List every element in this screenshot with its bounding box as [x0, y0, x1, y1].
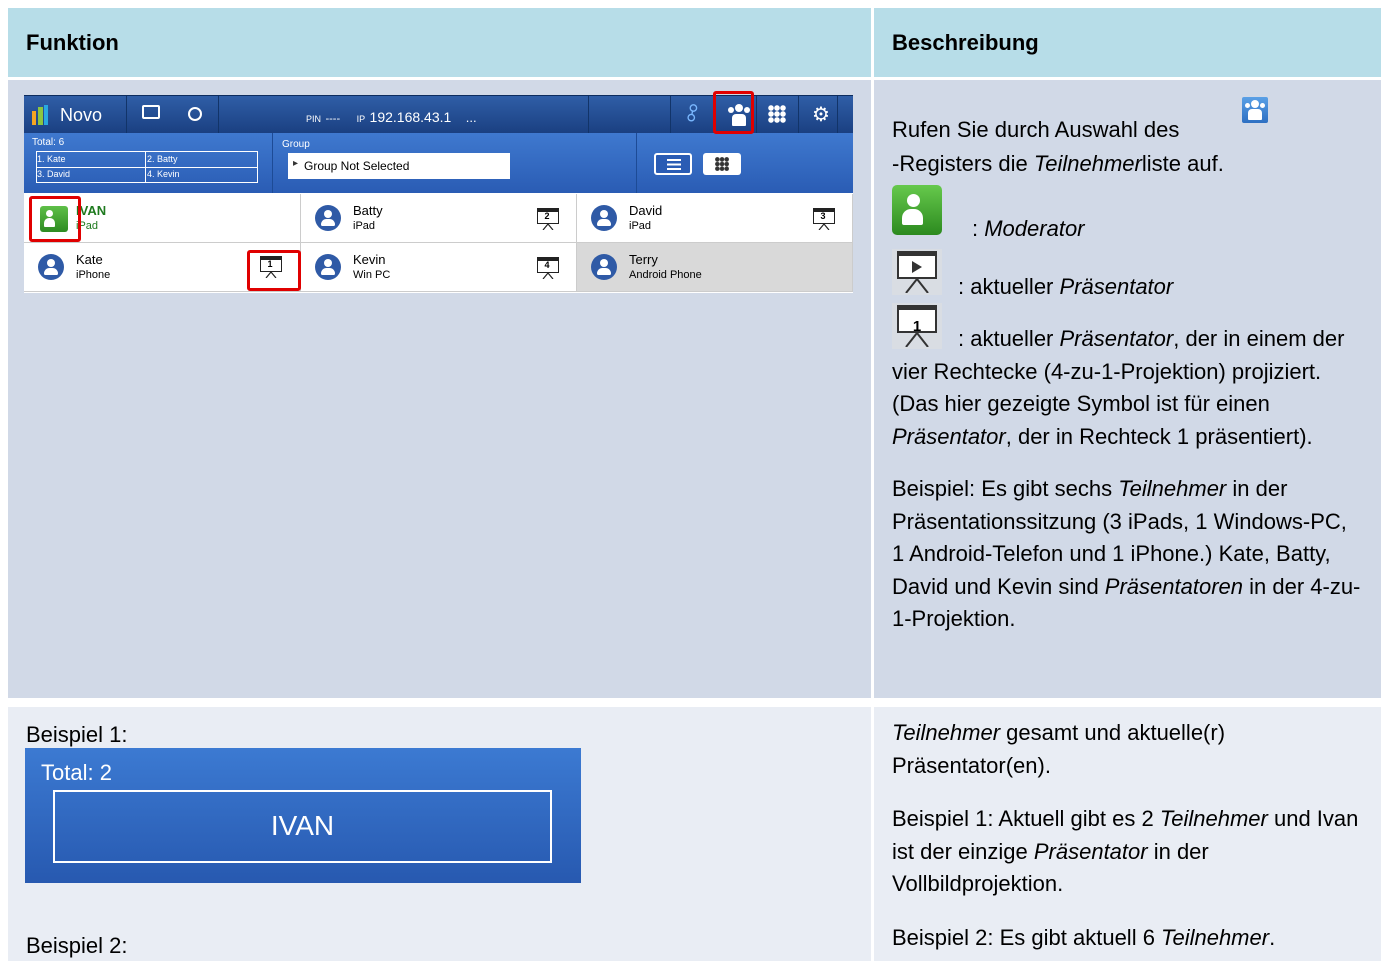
total-example-name: IVAN	[270, 810, 335, 841]
presenter-prefix: : aktueller	[958, 274, 1060, 299]
beispiel2-label: Beispiel 2:	[26, 933, 128, 958]
participant-batty[interactable]: Batty iPad 2	[301, 194, 577, 243]
row2-d3-a: Beispiel 2: Es gibt aktuell 6	[892, 924, 1162, 950]
pin-value: ----	[325, 113, 341, 125]
participant-device: iPhone	[76, 269, 111, 281]
list-icon	[667, 159, 681, 170]
presenter4-end: , der in Rechteck 1 präsentiert).	[1005, 423, 1313, 449]
header-beschreibung: Beschreibung	[892, 30, 1039, 55]
projector-slot-3-icon[interactable]: 3	[813, 208, 835, 230]
example-a: Beispiel: Es gibt sechs	[892, 476, 1119, 501]
group-select[interactable]: Group Not Selected	[288, 153, 510, 179]
row2-d3-em: Teilnehmer	[1161, 924, 1270, 950]
list-view-button[interactable]	[654, 153, 692, 175]
presenter-slot1-legend-icon: 1	[892, 303, 942, 349]
participant-device: Android Phone	[629, 269, 702, 281]
highlight-projector-slot-1	[247, 250, 301, 291]
presenter-cell-3: 3. David	[37, 169, 71, 179]
settings-gear-icon[interactable]: ⚙	[812, 102, 830, 127]
participant-name: Kate	[76, 252, 103, 267]
total-example-label: Total: 2	[41, 760, 112, 785]
header-cell-funktion: Funktion	[8, 8, 871, 77]
user-avatar-icon	[591, 205, 617, 231]
more-indicator[interactable]: ...	[466, 110, 477, 125]
moderator-legend-icon	[892, 185, 942, 235]
participant-terry[interactable]: Terry Android Phone	[577, 243, 853, 292]
participant-kevin[interactable]: Kevin Win PC 4	[301, 243, 577, 292]
grid-tab-icon[interactable]	[768, 105, 786, 123]
user-avatar-icon	[591, 254, 617, 280]
projector-slot-4-icon[interactable]: 4	[537, 257, 559, 279]
header-cell-beschreibung: Beschreibung	[874, 8, 1381, 77]
total-example-panel: Total: 2 IVAN	[25, 748, 581, 883]
participant-name: Kevin	[353, 252, 386, 267]
grid-icon	[715, 157, 729, 171]
participant-device: iPad	[353, 220, 376, 232]
highlight-moderator-icon	[29, 196, 81, 242]
pin-label: PIN	[306, 114, 322, 124]
total-label: Total: 6	[32, 137, 65, 148]
user-avatar-icon	[315, 254, 341, 280]
participant-name: Terry	[629, 252, 658, 267]
slot-number: 2	[544, 211, 550, 221]
ip-value: 192.168.43.1	[369, 109, 452, 125]
participant-name: Batty	[353, 203, 383, 218]
participant-david[interactable]: David iPad 3	[577, 194, 853, 243]
user-avatar-icon	[315, 205, 341, 231]
example-em: Teilnehmer	[1118, 476, 1227, 501]
row2-d2-em2: Präsentator	[1033, 838, 1148, 864]
novo-app-name: Novo	[60, 105, 103, 125]
link-icon[interactable]: ☍	[679, 100, 707, 128]
highlight-participants-tab	[713, 91, 754, 134]
desc1-text-b: -Registers die	[892, 151, 1034, 176]
header-funktion: Funktion	[26, 30, 119, 55]
presenter-table: 1. Kate 2. Batty 3. David 4. Kevin	[36, 151, 258, 183]
refresh-icon[interactable]	[188, 107, 202, 121]
presenter4-em: Präsentator	[1059, 326, 1174, 351]
participant-device: iPad	[629, 220, 652, 232]
desc1-text-em: Teilnehmer	[1033, 151, 1142, 176]
row1-description: Rufen Sie durch Auswahl des -Registers d…	[892, 97, 1362, 636]
ip-label: IP	[356, 114, 366, 124]
pin-display: PIN ---- IP 192.168.43.1 ...	[306, 109, 477, 127]
slot-number: 3	[820, 211, 826, 221]
total-example-box: IVAN	[53, 790, 552, 863]
participants-tab-icon	[1242, 97, 1268, 123]
grid-view-button[interactable]	[703, 153, 741, 175]
presenter4-prefix: : aktueller	[958, 326, 1060, 351]
slot-number: 4	[544, 260, 550, 270]
user-avatar-icon	[38, 254, 64, 280]
screen-share-icon[interactable]	[142, 105, 160, 119]
moderator-prefix: :	[972, 216, 985, 241]
participant-device: Win PC	[353, 269, 391, 281]
presenter-label: Präsentator	[1059, 274, 1174, 299]
example-em2: Präsentatoren	[1104, 573, 1243, 599]
novo-group-bar: Total: 6 1. Kate 2. Batty 3. David 4. Ke…	[24, 133, 853, 193]
row2-description: Teilnehmer gesamt und aktuelle(r) Präsen…	[892, 717, 1367, 954]
group-label: Group	[282, 139, 310, 150]
row2-d3-b: .	[1269, 924, 1276, 950]
presenter-cell-1: 1. Kate	[37, 154, 66, 164]
presenter-legend-icon	[892, 249, 942, 295]
moderator-label: Moderator	[984, 216, 1085, 241]
row2-d1-em: Teilnehmer	[892, 720, 1001, 745]
row2-d2-a: Beispiel 1: Aktuell gibt es 2	[892, 806, 1160, 831]
presenter-cell-2: 2. Batty	[147, 154, 178, 164]
beispiel1-label: Beispiel 1:	[26, 722, 128, 747]
row2-d2-em: Teilnehmer	[1159, 806, 1268, 831]
presenter-cell-4: 4. Kevin	[147, 169, 180, 179]
projector-slot-2-icon[interactable]: 2	[537, 208, 559, 230]
participant-name: David	[629, 203, 663, 218]
novo-participant-screenshot: Novo PIN ---- IP 192.168.43.1 ... ☍ ⚙ To…	[24, 91, 853, 293]
novo-logo-icon	[32, 105, 48, 125]
desc1-text-end: liste auf.	[1141, 151, 1224, 176]
desc1-text-a: Rufen Sie durch Auswahl des	[892, 117, 1180, 142]
presenter4-em2: Präsentator	[892, 423, 1006, 449]
